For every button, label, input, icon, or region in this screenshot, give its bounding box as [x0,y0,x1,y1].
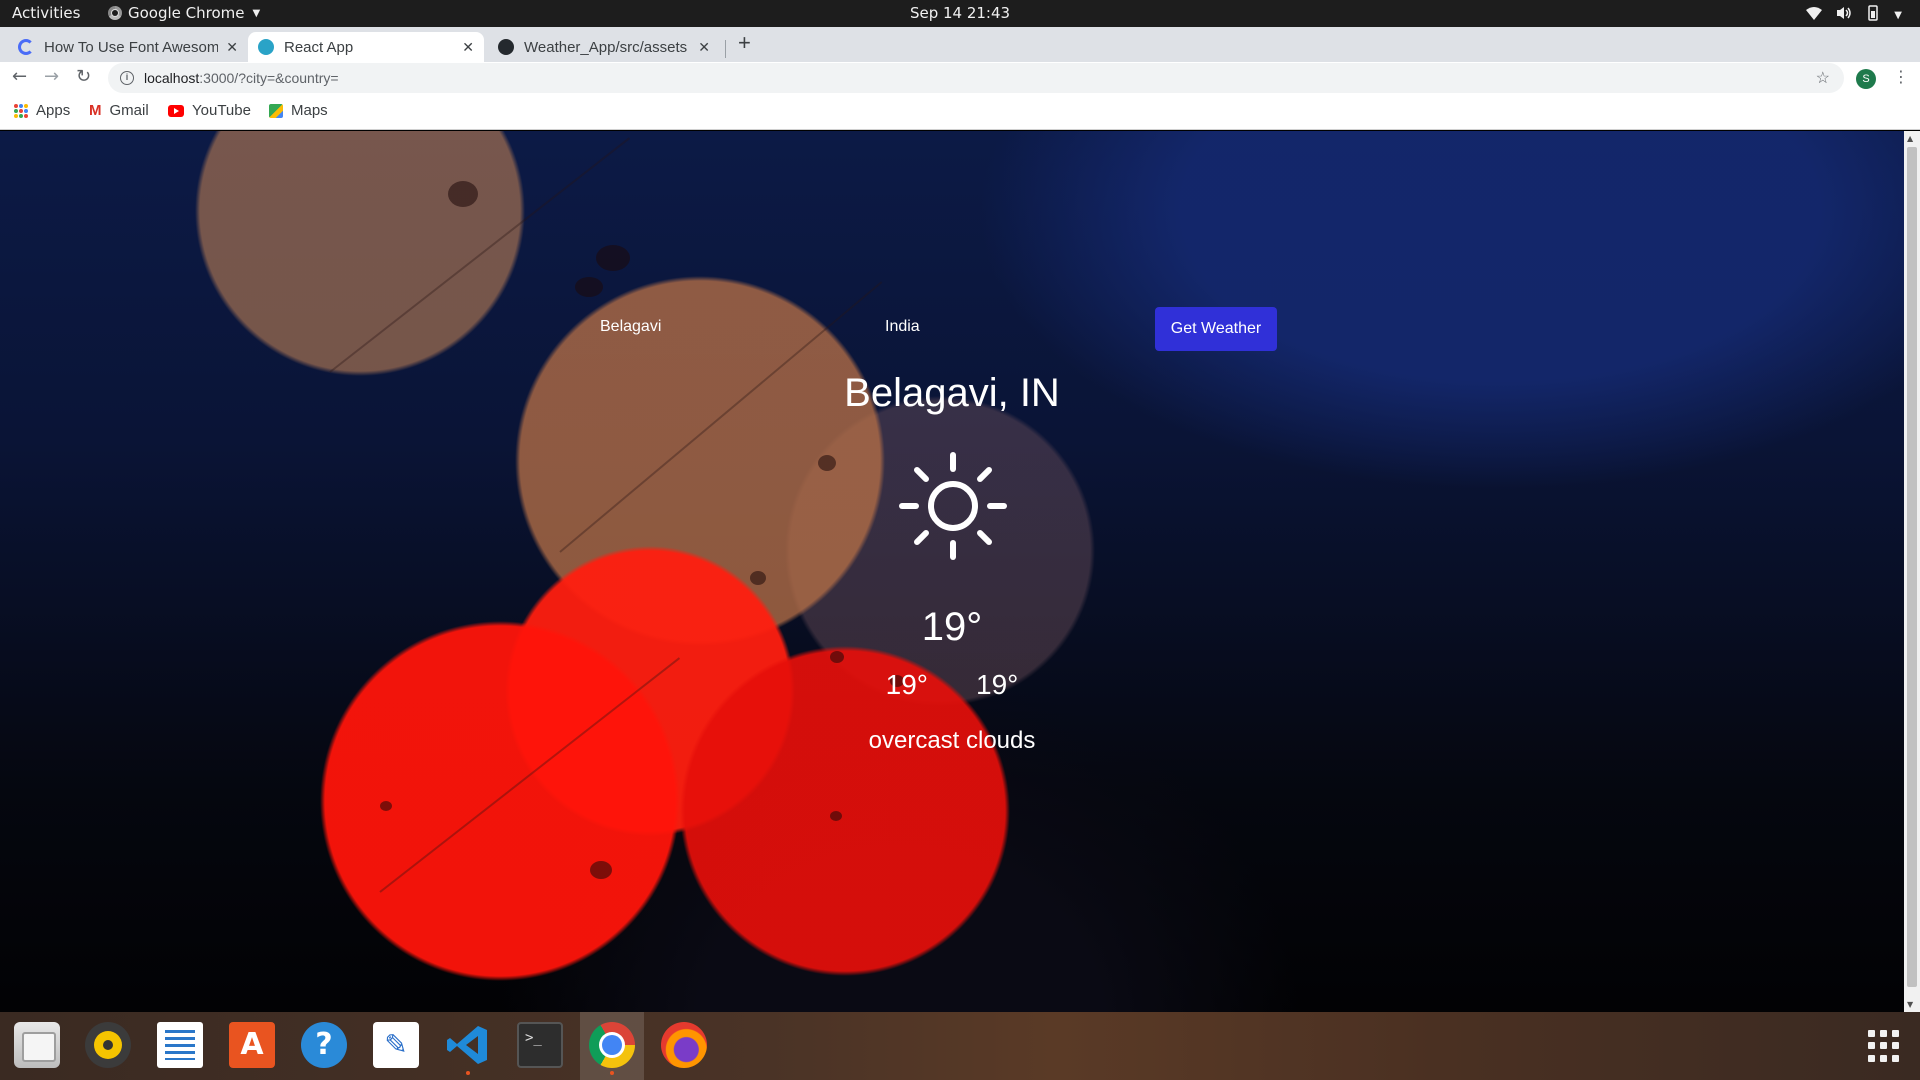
bookmark-youtube[interactable]: YouTube [168,102,251,119]
max-temperature: 19° [976,669,1019,700]
forward-arrow-icon[interactable]: → [44,66,59,87]
software-center-icon[interactable]: A [229,1022,275,1068]
scrollbar-thumb[interactable] [1907,147,1917,987]
bookmarks-bar: Apps M Gmail YouTube Maps [0,94,1920,130]
bg-spot [448,181,478,207]
bookmark-label: Maps [291,102,328,119]
info-icon[interactable]: i [120,71,134,85]
back-arrow-icon[interactable]: ← [12,66,27,87]
url-path: :3000/?city=&country= [199,70,339,86]
profile-avatar[interactable]: S [1856,69,1876,89]
min-max-temperature: 19° 19° [0,669,1904,701]
browser-toolbar: ← → ↻ i localhost:3000/?city=&country= ☆… [0,62,1920,94]
firefox-icon[interactable] [661,1022,707,1068]
get-weather-button[interactable]: Get Weather [1155,307,1277,351]
clock[interactable]: Sep 14 21:43 [910,4,1010,22]
city-input[interactable] [590,309,810,345]
app-menu[interactable]: Google Chrome ▼ [108,4,260,22]
react-icon [258,39,274,55]
bookmark-gmail[interactable]: M Gmail [89,102,149,119]
page-viewport: Get Weather Belagavi, IN 19° 19° 19° ove… [0,131,1904,1012]
current-temperature: 19° [921,605,983,649]
bookmark-maps[interactable]: Maps [269,102,328,119]
files-icon[interactable] [14,1022,60,1068]
country-input[interactable] [875,309,1095,345]
bg-spot [380,801,392,811]
scroll-up-icon[interactable]: ▲ [1907,134,1913,143]
close-icon[interactable]: ✕ [462,39,474,56]
tab-title: Weather_App/src/assets [524,38,688,56]
loader-icon [18,39,34,55]
reload-icon[interactable]: ↻ [76,66,91,87]
system-top-bar: Activities Google Chrome ▼ Sep 14 21:43 … [0,0,1920,27]
dock [0,1012,1920,1080]
bookmark-label: Apps [36,102,71,119]
bookmark-apps[interactable]: Apps [14,102,70,119]
caret-down-icon: ▼ [252,7,261,19]
sun-icon [898,451,1008,561]
youtube-icon [168,104,184,117]
tab-title: React App [284,38,354,56]
vscode-icon[interactable] [445,1022,491,1075]
libreoffice-writer-icon[interactable] [157,1022,203,1068]
help-icon[interactable]: ? [301,1022,347,1068]
location-title: Belagavi, IN [844,371,1060,415]
url-host: localhost [144,70,200,86]
min-temperature: 19° [885,669,928,700]
tab-strip: How To Use Font Awesom ✕ React App ✕ Wea… [0,27,1920,62]
activities-button[interactable]: Activities [12,4,80,22]
address-bar[interactable]: i localhost:3000/?city=&country= ☆ [108,63,1844,93]
chrome-app-icon [108,6,122,20]
apps-grid-icon [14,103,28,118]
tab-title: How To Use Font Awesom [44,38,219,56]
bookmark-star-icon[interactable]: ☆ [1816,68,1830,88]
volume-icon [1836,6,1852,24]
wifi-icon [1806,6,1823,24]
tab-react-app[interactable]: React App ✕ [248,32,484,62]
bg-spot [590,861,612,879]
gmail-icon: M [89,102,102,119]
bookmark-label: Gmail [109,102,149,119]
bg-spot [750,571,766,585]
terminal-icon[interactable]: >_ [517,1022,563,1068]
bg-spot [575,277,603,297]
bg-spot [818,455,836,471]
text-editor-icon[interactable]: ✎ [373,1022,419,1068]
close-icon[interactable]: ✕ [698,39,710,56]
show-applications-icon[interactable] [1868,1030,1900,1062]
chrome-icon[interactable] [589,1022,635,1075]
chrome-menu-icon[interactable]: ⋮ [1893,67,1909,86]
system-tray[interactable]: ▼ [1806,5,1902,25]
tab-github[interactable]: Weather_App/src/assets ✕ [488,32,720,62]
tab-font-awesome[interactable]: How To Use Font Awesom ✕ [8,32,248,62]
close-icon[interactable]: ✕ [226,39,238,56]
new-tab-button[interactable]: + [738,30,751,56]
battery-phone-icon [1866,5,1880,25]
system-menu-caret-icon: ▼ [1894,9,1902,21]
rhythmbox-icon[interactable] [85,1022,131,1068]
bg-spot [830,651,844,663]
scroll-down-icon[interactable]: ▼ [1907,1000,1913,1009]
maps-icon [269,103,283,118]
bg-spot [830,811,842,821]
bg-streak [329,137,631,373]
github-icon [498,39,514,55]
tab-separator [725,40,726,58]
page-scrollbar[interactable]: ▲ ▼ [1904,131,1920,1012]
weather-description: overcast clouds [868,727,1036,754]
bg-spot [596,245,630,271]
app-menu-label: Google Chrome [128,4,245,22]
bookmark-label: YouTube [192,102,251,119]
